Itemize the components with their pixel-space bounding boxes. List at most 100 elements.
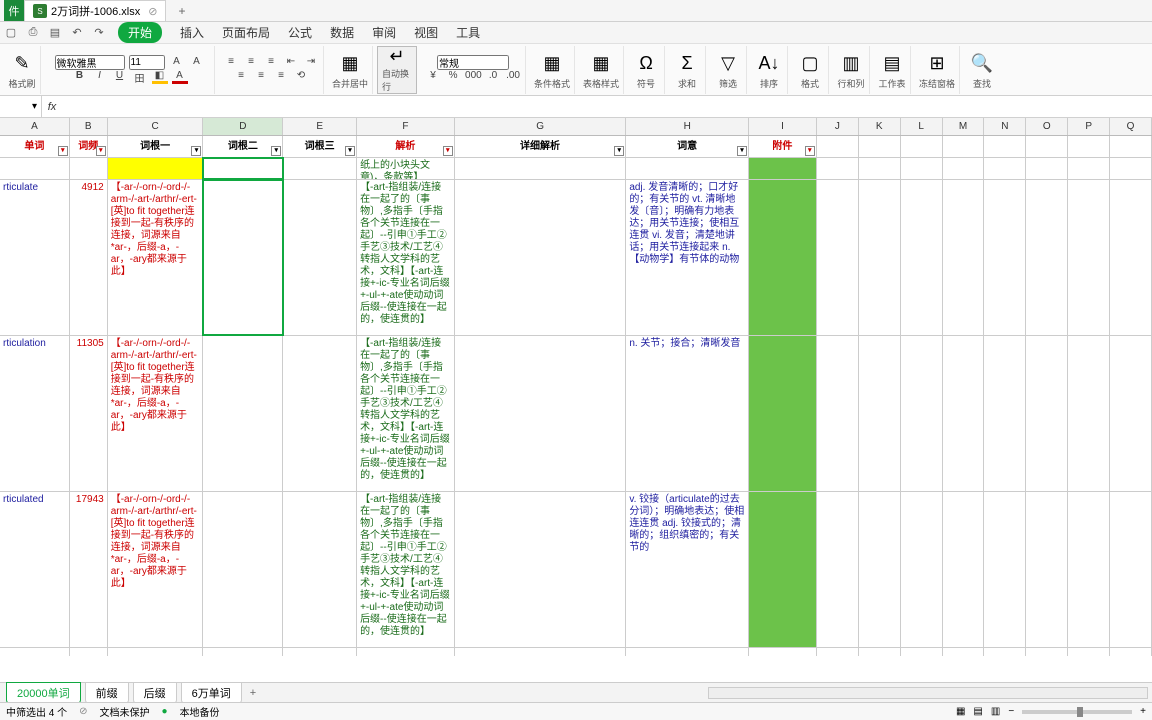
add-sheet-button[interactable]: + (250, 687, 256, 699)
col-K[interactable]: K (859, 118, 901, 135)
align-left-icon[interactable]: ≡ (233, 70, 249, 84)
sheet-tab-3[interactable]: 后缀 (133, 682, 177, 704)
view-page-icon[interactable]: ▤ (973, 706, 982, 717)
tab-review[interactable]: 审阅 (372, 24, 396, 41)
align-mid-icon[interactable]: ≡ (243, 56, 259, 70)
orientation-icon[interactable]: ⟲ (293, 70, 309, 84)
sheet-tab-2[interactable]: 前缀 (85, 682, 129, 704)
align-top-icon[interactable]: ≡ (223, 56, 239, 70)
filter-dd-icon[interactable]: ▾ (345, 146, 355, 156)
redo-icon[interactable]: ↷ (92, 26, 106, 40)
filter-dd-icon[interactable]: ▾ (191, 146, 201, 156)
symbol-icon[interactable]: Ω (632, 49, 660, 77)
filter-dd-icon[interactable]: ▾ (737, 146, 747, 156)
save-icon[interactable]: ▢ (4, 26, 18, 40)
tab-start[interactable]: 开始 (118, 22, 162, 43)
zoom-slider[interactable] (1022, 710, 1132, 714)
filter-icon[interactable]: ▽ (714, 49, 742, 77)
increase-font-icon[interactable]: A (169, 56, 185, 70)
freeze-icon[interactable]: ⊞ (923, 49, 951, 77)
comma-icon[interactable]: 000 (465, 70, 481, 84)
tab-insert[interactable]: 插入 (180, 24, 204, 41)
col-L[interactable]: L (901, 118, 943, 135)
filter-dd-icon[interactable]: ▾ (58, 146, 68, 156)
undo-icon[interactable]: ↶ (70, 26, 84, 40)
close-icon[interactable]: ⊘ (148, 5, 157, 18)
border-button[interactable]: 田 (132, 70, 148, 84)
italic-button[interactable]: I (92, 70, 108, 84)
print-icon[interactable]: ⎙ (26, 26, 40, 40)
zoom-in-icon[interactable]: + (1140, 706, 1146, 717)
currency-icon[interactable]: ¥ (425, 70, 441, 84)
filter-dd-icon[interactable]: ▾ (805, 146, 815, 156)
col-D[interactable]: D (203, 118, 283, 135)
align-center-icon[interactable]: ≡ (253, 70, 269, 84)
col-I[interactable]: I (749, 118, 817, 135)
sort-icon[interactable]: A↓ (755, 49, 783, 77)
number-format-select[interactable] (437, 55, 509, 70)
cell-freq[interactable]: 4912 (70, 180, 108, 335)
filter-dd-icon[interactable]: ▾ (614, 146, 624, 156)
sum-icon[interactable]: Σ (673, 49, 701, 77)
file-tab[interactable]: S 2万词拼-1006.xlsx ⊘ (24, 0, 166, 21)
fx-icon[interactable]: fx (42, 101, 62, 113)
fill-color-button[interactable]: ◧ (152, 70, 168, 84)
selected-cell[interactable] (203, 158, 283, 179)
col-G[interactable]: G (455, 118, 627, 135)
sheet-tab-1[interactable]: 20000单词 (6, 682, 81, 704)
name-box[interactable]: ▾ (0, 96, 42, 117)
col-H[interactable]: H (626, 118, 749, 135)
add-tab-button[interactable]: + (178, 4, 185, 18)
dec-inc-icon[interactable]: .0 (485, 70, 501, 84)
app-menu[interactable]: 件 (4, 0, 24, 21)
tab-data[interactable]: 数据 (330, 24, 354, 41)
filter-dd-icon[interactable]: ▾ (96, 146, 106, 156)
yellow-cell[interactable] (108, 158, 204, 179)
worksheet-icon[interactable]: ▤ (878, 49, 906, 77)
conditional-format-icon[interactable]: ▦ (538, 49, 566, 77)
col-Q[interactable]: Q (1110, 118, 1152, 135)
sheet-tab-4[interactable]: 6万单词 (181, 682, 242, 704)
preview-icon[interactable]: ▤ (48, 26, 62, 40)
format-icon[interactable]: ▢ (796, 49, 824, 77)
merge-icon[interactable]: ▦ (336, 49, 364, 77)
col-O[interactable]: O (1026, 118, 1068, 135)
align-bot-icon[interactable]: ≡ (263, 56, 279, 70)
find-icon[interactable]: 🔍 (968, 49, 996, 77)
indent-inc-icon[interactable]: ⇥ (303, 56, 319, 70)
tab-pagelayout[interactable]: 页面布局 (222, 24, 270, 41)
col-N[interactable]: N (984, 118, 1026, 135)
filter-dd-icon[interactable]: ▾ (271, 146, 281, 156)
tab-view[interactable]: 视图 (414, 24, 438, 41)
col-J[interactable]: J (817, 118, 859, 135)
col-M[interactable]: M (943, 118, 985, 135)
decrease-font-icon[interactable]: A (189, 56, 205, 70)
view-break-icon[interactable]: ▥ (991, 706, 1000, 717)
cell-word[interactable]: rticulate (0, 180, 70, 335)
col-C[interactable]: C (108, 118, 204, 135)
col-B[interactable]: B (70, 118, 108, 135)
table-style-icon[interactable]: ▦ (587, 49, 615, 77)
font-name-select[interactable] (55, 55, 125, 70)
align-right-icon[interactable]: ≡ (273, 70, 289, 84)
dec-dec-icon[interactable]: .00 (505, 70, 521, 84)
horizontal-scrollbar[interactable] (708, 687, 1148, 699)
view-normal-icon[interactable]: ▦ (956, 706, 965, 717)
cell-f-pre[interactable]: 纸上的小块头文章)，条款等】 (357, 158, 455, 179)
format-brush-icon[interactable]: ✎ (8, 49, 36, 77)
indent-dec-icon[interactable]: ⇤ (283, 56, 299, 70)
filter-dd-icon[interactable]: ▾ (443, 146, 453, 156)
percent-icon[interactable]: % (445, 70, 461, 84)
col-A[interactable]: A (0, 118, 70, 135)
font-size-select[interactable] (129, 55, 165, 70)
col-E[interactable]: E (283, 118, 357, 135)
tab-formulas[interactable]: 公式 (288, 24, 312, 41)
rowcol-icon[interactable]: ▥ (837, 49, 865, 77)
font-color-button[interactable]: A (172, 70, 188, 84)
bold-button[interactable]: B (72, 70, 88, 84)
tab-tools[interactable]: 工具 (456, 24, 480, 41)
cell-analysis[interactable]: 【-art-指组装/连接在一起了的〔事物〕,多指手〔手指各个关节连接在一起〕--… (357, 180, 455, 335)
cell-meaning[interactable]: adj. 发音清晰的；口才好的；有关节的 vt. 清晰地发〔音〕；明确有力地表达… (626, 180, 749, 335)
col-F[interactable]: F (357, 118, 455, 135)
zoom-out-icon[interactable]: − (1008, 706, 1014, 717)
